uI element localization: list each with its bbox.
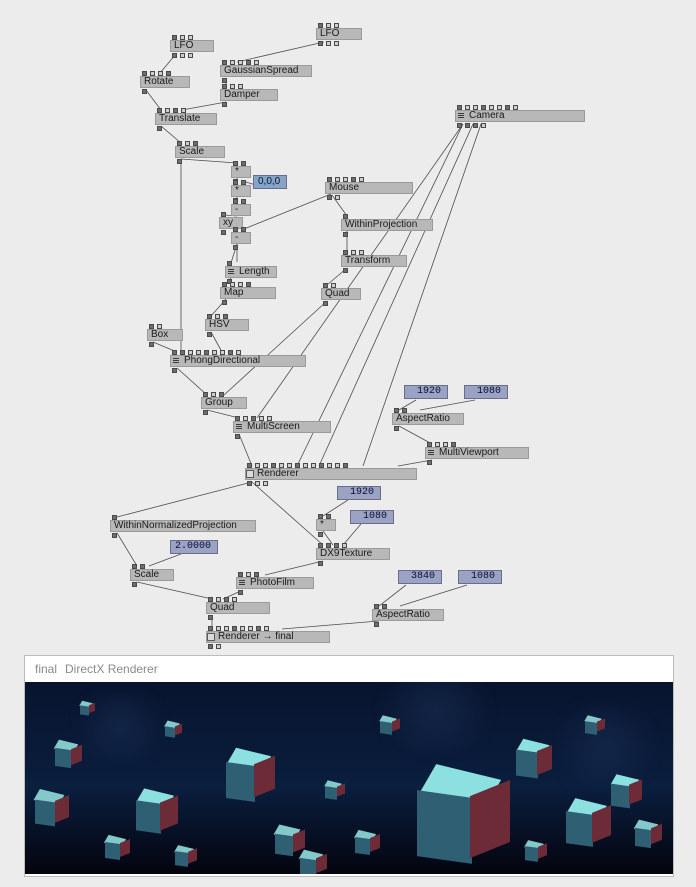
node-multiscreen[interactable]: MultiScreen [233,415,331,439]
node-title: Scale [130,569,174,581]
node-title: PhongDirectional [170,355,306,367]
render-title-left: final [35,662,57,676]
node-aspectratio-2[interactable]: AspectRatio [372,603,444,627]
node-title-text: PhotoFilm [250,577,295,589]
node-title: Transform [341,255,407,267]
node-title: AspectRatio [372,609,444,621]
node-multiviewport[interactable]: MultiViewport [425,441,529,465]
iobox-3840[interactable]: 3840 [398,570,442,584]
menu-icon [426,448,436,458]
menu-icon [226,267,236,277]
node-hsv[interactable]: HSV [205,313,249,337]
iobox-vec000[interactable]: 0,0,0 [253,175,287,189]
node-title: DX9Texture [316,548,390,560]
cube [610,777,642,809]
node-withinprojection[interactable]: WithinProjection [341,213,433,237]
node-title: - [231,232,251,244]
node-title: LFO [170,40,214,52]
node-quad-2[interactable]: Quad [206,596,270,620]
node-box[interactable]: Box [147,323,183,347]
node-title-text: Renderer → final [218,631,294,643]
node-title: Group [201,397,247,409]
node-scale-2[interactable]: Scale [130,563,174,587]
node-title: * [231,166,251,178]
node-title: * [231,185,251,197]
node-withinnormalizedprojection[interactable]: WithinNormalizedProjection [110,514,256,538]
cube [135,792,177,834]
node-title-text: Camera [469,110,505,122]
node-quad-1[interactable]: Quad [321,282,361,306]
node-map[interactable]: Map [220,281,276,305]
node-title: Camera [455,110,585,122]
iobox-2[interactable]: 2.0000 [170,540,218,554]
node-multiply-3[interactable]: * [316,513,336,537]
node-camera[interactable]: Camera [455,104,585,128]
node-title: AspectRatio [392,413,464,425]
node-title: HSV [205,319,249,331]
cube [565,802,611,848]
node-transform[interactable]: Transform [341,249,407,273]
node-title: MultiViewport [425,447,529,459]
menu-icon [171,356,181,366]
menu-icon [456,111,466,121]
render-titlebar[interactable]: final DirectX Renderer [25,656,673,682]
node-title-text: Length [239,266,270,278]
iobox-1920-b[interactable]: 1920 [337,486,381,500]
node-aspectratio-1[interactable]: AspectRatio [392,407,464,431]
render-window[interactable]: final DirectX Renderer [24,655,674,877]
node-title: Box [147,329,183,341]
node-title: MultiScreen [233,421,331,433]
node-gaussianspread[interactable]: GaussianSpread [220,59,312,83]
node-title: LFO [316,28,362,40]
node-damper[interactable]: Damper [220,83,278,107]
node-phongdirectional[interactable]: PhongDirectional [170,349,306,373]
cube [415,772,505,862]
node-title: PhotoFilm [236,577,314,589]
node-photofilm[interactable]: PhotoFilm [236,571,314,595]
cube [225,752,275,802]
render-title-right: DirectX Renderer [65,662,158,676]
node-renderer-1[interactable]: Renderer [245,462,417,486]
node-dx9texture[interactable]: DX9Texture [316,542,390,566]
node-translate[interactable]: Translate [155,107,217,131]
node-title: GaussianSpread [220,65,312,77]
node-title: Renderer → final [206,631,330,643]
checkbox-icon [207,633,215,641]
node-title: * [316,519,336,531]
iobox-1080-a[interactable]: 1080 [464,385,508,399]
iobox-1080-b[interactable]: 1080 [350,510,394,524]
cube [515,742,553,780]
node-renderer-final[interactable]: Renderer → final [206,625,330,649]
node-title-text: PhongDirectional [184,355,260,367]
node-scale[interactable]: Scale [175,140,225,164]
node-rotate[interactable]: Rotate [140,70,190,94]
node-subtract-2[interactable]: - [231,226,251,250]
node-title: Rotate [140,76,190,88]
node-mouse[interactable]: Mouse [325,176,413,200]
node-title: Quad [206,602,270,614]
node-title: Translate [155,113,217,125]
menu-icon [237,578,247,588]
node-title: Map [220,287,276,299]
node-title: Length [225,266,277,278]
node-title-text: MultiViewport [439,447,499,459]
node-title: WithinNormalizedProjection [110,520,256,532]
node-title: Damper [220,89,278,101]
node-lfo-1[interactable]: LFO [170,34,214,58]
patch-canvas[interactable]: LFO LFO Rotate GaussianSpread Damper Tra… [0,0,696,887]
iobox-1920-a[interactable]: 1920 [404,385,448,399]
menu-icon [234,422,244,432]
node-title: Scale [175,146,225,158]
checkbox-icon [246,470,254,478]
render-viewport [25,682,673,874]
node-group[interactable]: Group [201,391,247,415]
node-title-text: MultiScreen [247,421,300,433]
node-title-text: Renderer [257,468,299,480]
node-title: WithinProjection [341,219,433,231]
node-title: Mouse [325,182,413,194]
node-title: Quad [321,288,361,300]
node-lfo-2[interactable]: LFO [316,22,362,46]
node-title: Renderer [245,468,417,480]
iobox-1080-c[interactable]: 1080 [458,570,502,584]
